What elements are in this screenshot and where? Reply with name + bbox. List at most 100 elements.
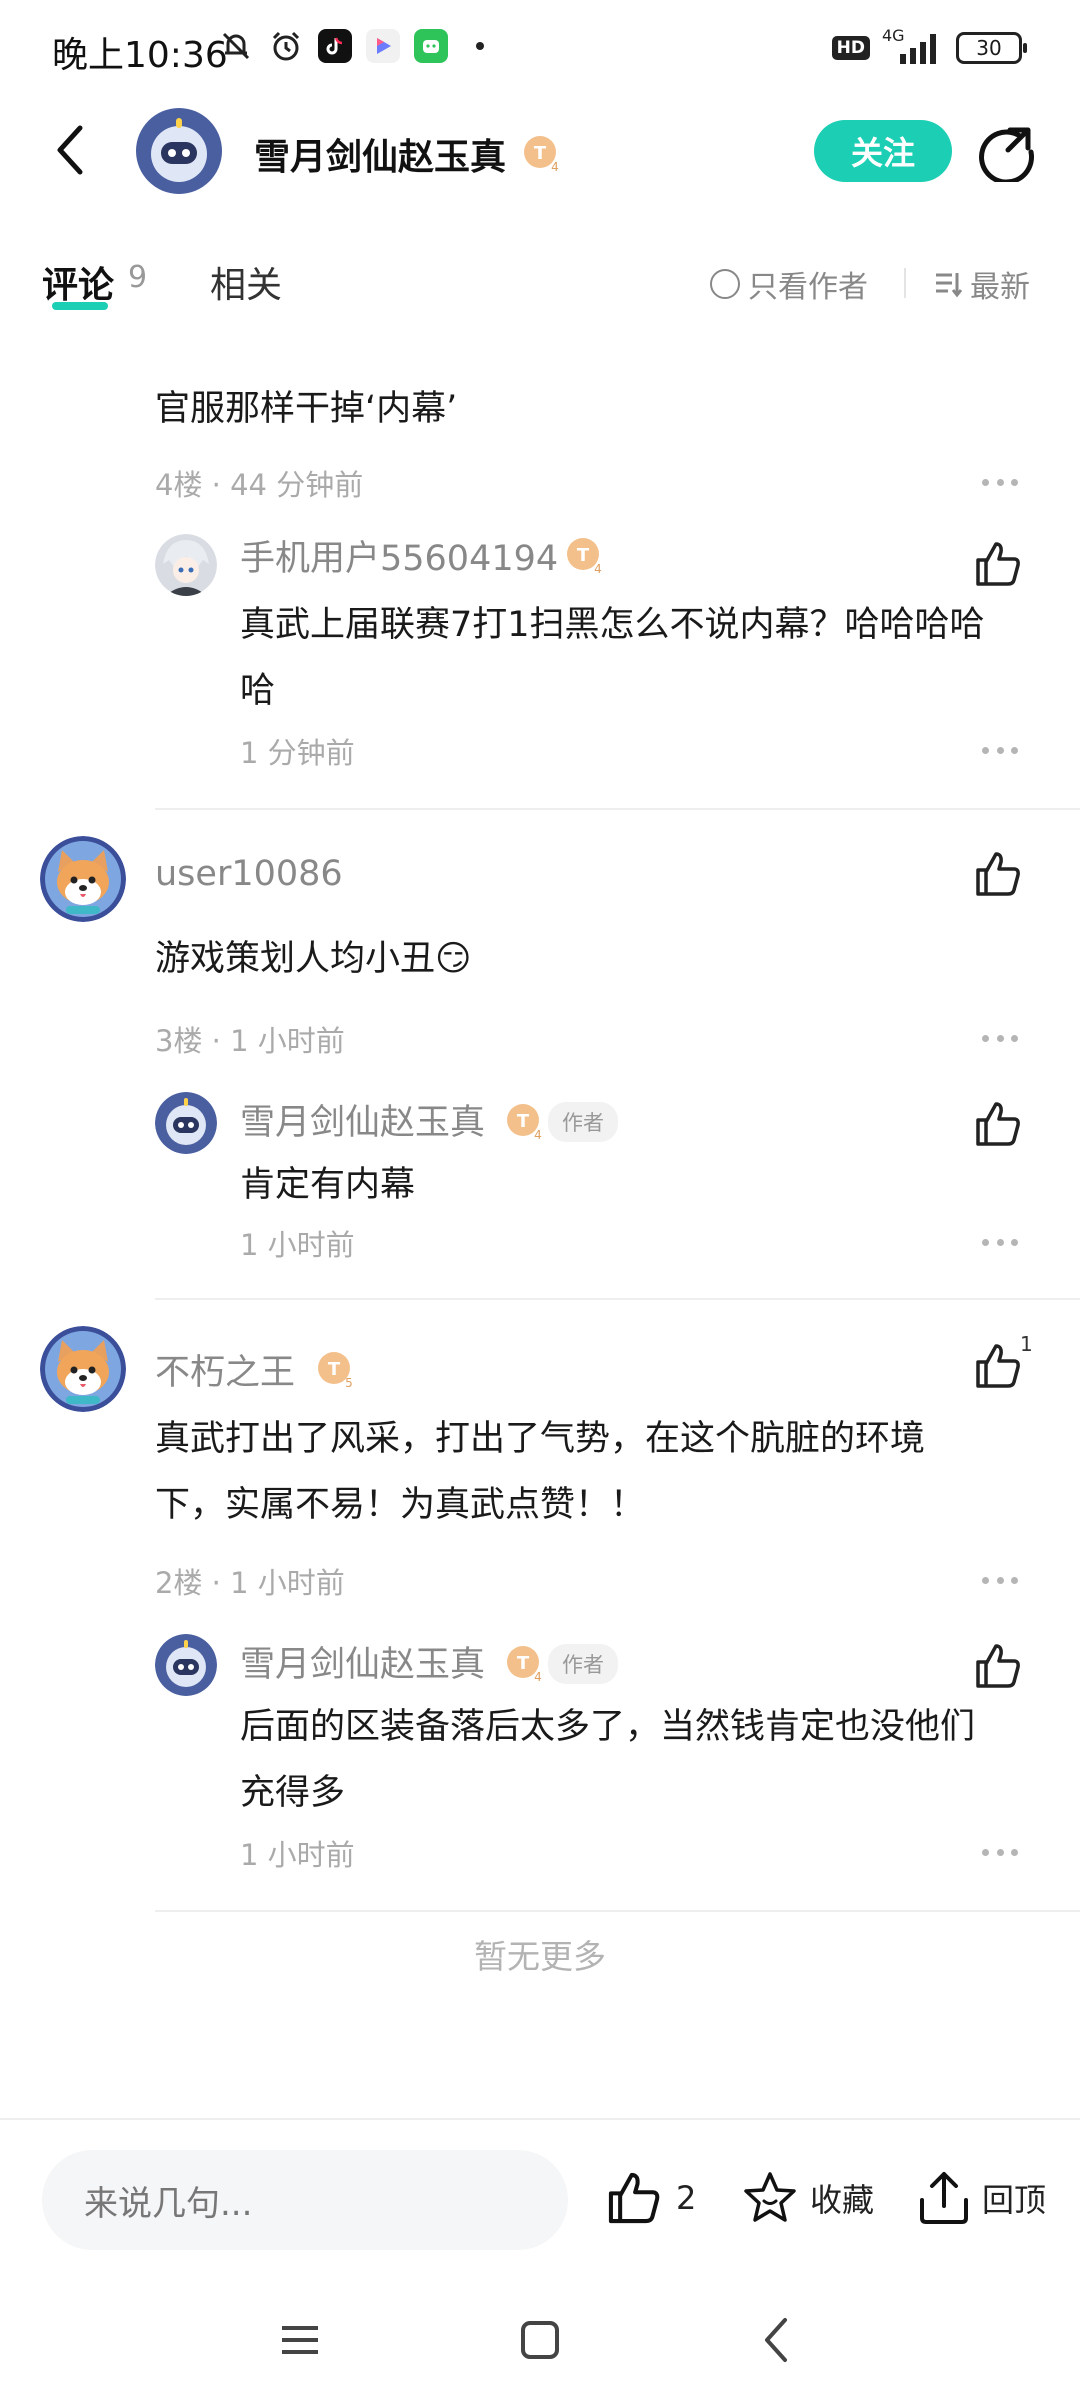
svg-text:T: T [517, 1111, 530, 1132]
reply-text: 哈 [240, 671, 276, 711]
commenter-name[interactable]: 不朽之王 [155, 1344, 295, 1395]
comment-divider [155, 808, 1080, 810]
svg-text:T: T [328, 1359, 341, 1380]
svg-text:5: 5 [345, 1376, 353, 1390]
follow-button[interactable]: 关注 [814, 120, 952, 182]
tiktok-app-icon [318, 29, 352, 63]
more-options-icon[interactable] [982, 744, 1018, 756]
avatar[interactable] [155, 534, 217, 596]
level-badge-icon: T5 [316, 1350, 356, 1394]
svg-text:T: T [534, 143, 547, 164]
more-options-icon[interactable] [982, 1236, 1018, 1248]
comment-text: 官服那样干掉‘内幕’ [155, 389, 458, 429]
like-button[interactable] [972, 1098, 1024, 1150]
hd-voice-icon: HD [831, 36, 870, 60]
more-options-icon[interactable] [982, 1574, 1018, 1586]
share-button[interactable] [974, 120, 1038, 184]
tab-bar: 评论 9 相关 只看作者 最新 [0, 240, 1080, 320]
status-icons-left [218, 28, 484, 64]
status-bar: 晚上10:36 HD 4G 30 [0, 0, 1080, 96]
thumbs-up-icon [976, 1344, 1020, 1388]
alarm-clock-icon [268, 28, 304, 64]
comment-divider [155, 1298, 1080, 1300]
tab-related[interactable]: 相关 [210, 256, 282, 308]
level-badge-icon: T4 [522, 134, 562, 178]
reply-text: 充得多 [240, 1773, 346, 1813]
author-only-toggle[interactable]: 只看作者 [710, 262, 868, 306]
thumbs-up-icon [976, 542, 1020, 586]
comment-list: 真武阵行防守打的很好，指挥很强，希望下次联赛像 官服那样干掉‘内幕’ 4楼 · … [0, 320, 1080, 2110]
like-button[interactable] [972, 538, 1024, 590]
hamburger-icon [282, 2326, 318, 2354]
header: 雪月剑仙赵玉真 T4 关注 [0, 96, 1080, 208]
commenter-name[interactable]: 手机用户55604194 [240, 530, 558, 581]
comment-text: 下，实属不易！为真武点赞！！ [155, 1485, 646, 1525]
battery-icon: 30 [956, 32, 1027, 64]
comment-text: 真武阵行防守打的很好，指挥很强，希望下次联赛像 [155, 320, 960, 338]
reply-text: 肯定有内幕 [240, 1165, 416, 1205]
author-avatar[interactable] [136, 108, 222, 194]
home-nav-button[interactable] [510, 2310, 570, 2370]
svg-text:4: 4 [534, 1128, 542, 1142]
avatar[interactable] [40, 1326, 126, 1412]
back-to-top-label: 回顶 [982, 2181, 1047, 2219]
thumbs-up-icon [608, 2172, 660, 2224]
favorite-button[interactable]: 收藏 [740, 2168, 874, 2228]
thumbs-up-icon [976, 852, 1020, 896]
status-icons-right: HD 4G 30 [831, 26, 1027, 66]
chevron-left-icon [57, 125, 83, 175]
commenter-name[interactable]: user10086 [155, 854, 343, 894]
svg-text:4: 4 [551, 160, 559, 174]
comment-meta: 2楼 · 1 小时前 [155, 1566, 345, 1600]
svg-text:4: 4 [534, 1670, 542, 1684]
no-more-label: 暂无更多 [474, 1937, 606, 1976]
square-home-icon [521, 2321, 559, 2359]
level-badge-icon: T4 [505, 1102, 545, 1146]
sort-label: 最新 [970, 270, 1030, 305]
avatar[interactable] [155, 1634, 217, 1696]
favorite-label: 收藏 [810, 2181, 875, 2219]
upload-arrow-icon [920, 2172, 968, 2224]
like-button[interactable] [972, 848, 1024, 900]
author-only-label: 只看作者 [748, 270, 868, 305]
like-button[interactable] [972, 1340, 1024, 1392]
star-icon [744, 2172, 796, 2222]
author-name: 雪月剑仙赵玉真 [254, 137, 507, 178]
comment-meta: 3楼 · 1 小时前 [155, 1024, 345, 1058]
comment-input-placeholder: 来说几句... [84, 2183, 253, 2224]
comment-text: 游戏策划人均小丑😏 [155, 939, 472, 979]
svg-text:T: T [577, 545, 590, 566]
back-to-top-button[interactable]: 回顶 [916, 2168, 1046, 2228]
share-icon [979, 127, 1034, 182]
comment-input[interactable]: 来说几句... [42, 2150, 568, 2250]
mute-bell-icon [218, 28, 254, 64]
notification-dot-icon [476, 42, 484, 50]
post-like-count: 2 [676, 2179, 697, 2217]
avatar[interactable] [155, 1092, 217, 1154]
reply-time: 1 小时前 [240, 1228, 355, 1262]
thumbs-up-icon [976, 1102, 1020, 1146]
comment-text: 真武打出了风采，打出了气势，在这个肮脏的环境 [155, 1419, 926, 1459]
avatar[interactable] [40, 836, 126, 922]
status-time: 晚上10:36 [52, 35, 228, 76]
sort-button[interactable]: 最新 [934, 262, 1030, 306]
author-tag: 作者 [548, 1102, 618, 1142]
commenter-name[interactable]: 雪月剑仙赵玉真 [240, 1636, 485, 1687]
more-options-icon[interactable] [982, 1032, 1018, 1044]
tab-comments[interactable]: 评论 [42, 256, 114, 308]
more-options-icon[interactable] [982, 1846, 1018, 1858]
comments-count: 9 [128, 260, 148, 295]
more-options-icon[interactable] [982, 476, 1018, 488]
tab-active-indicator [52, 302, 108, 310]
level-badge-icon: T4 [565, 536, 605, 580]
thumbs-up-icon [976, 1644, 1020, 1688]
author-tag: 作者 [548, 1644, 618, 1684]
back-button[interactable] [40, 120, 100, 180]
post-like-button[interactable]: 2 [604, 2168, 696, 2228]
back-nav-button[interactable] [746, 2310, 806, 2370]
comment-divider [155, 1910, 1080, 1912]
like-button[interactable] [972, 1640, 1024, 1692]
comment-meta: 4楼 · 44 分钟前 [155, 468, 364, 502]
commenter-name[interactable]: 雪月剑仙赵玉真 [240, 1094, 485, 1145]
menu-nav-button[interactable] [270, 2310, 330, 2370]
